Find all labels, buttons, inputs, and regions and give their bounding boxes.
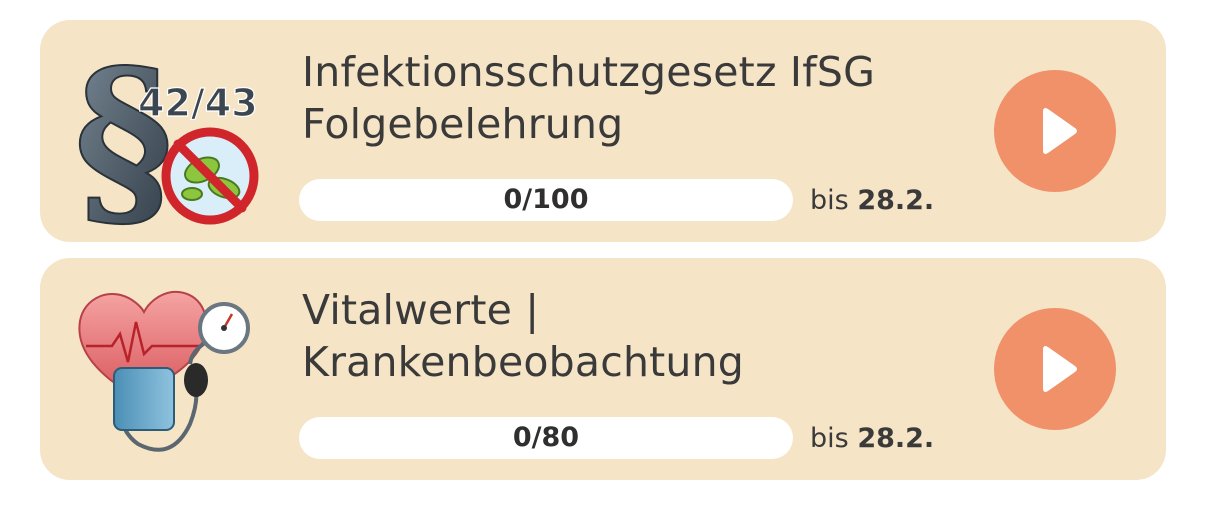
svg-text:42/43: 42/43: [138, 81, 258, 125]
due-date-value: 28.2.: [857, 423, 935, 454]
law-paragraph-virus-icon: § 42/43: [72, 38, 262, 228]
progress-label: 0/100: [503, 184, 589, 215]
svg-text:§: §: [74, 38, 173, 228]
due-date: bis 28.2.: [810, 184, 934, 218]
course-card-ifsg[interactable]: § 42/43 Infektionsschutzgesetz IfSG Folg…: [40, 20, 1166, 242]
course-card-vitalwerte[interactable]: Vitalwerte | Krankenbeobachtung 0/80 bis…: [40, 258, 1166, 480]
heart-blood-pressure-icon: [72, 276, 262, 466]
due-date-value: 28.2.: [857, 185, 935, 216]
course-title: Infektionsschutzgesetz IfSG Folgebelehru…: [302, 46, 922, 150]
progress-label: 0/80: [512, 422, 580, 453]
play-button[interactable]: [994, 308, 1116, 430]
course-title-line-2: Folgebelehrung: [302, 100, 624, 148]
course-title-line-2: Krankenbeobachtung: [302, 338, 745, 386]
course-title-line-1: Vitalwerte |: [302, 286, 540, 334]
due-prefix: bis: [810, 185, 849, 216]
course-list: § 42/43 Infektionsschutzgesetz IfSG Folg…: [0, 0, 1206, 505]
progress-bar: 0/80: [299, 417, 793, 459]
due-date: bis 28.2.: [810, 422, 934, 456]
course-title: Vitalwerte | Krankenbeobachtung: [302, 284, 922, 388]
play-icon: [1043, 108, 1077, 154]
progress-bar: 0/100: [299, 179, 793, 221]
play-button[interactable]: [994, 70, 1116, 192]
due-prefix: bis: [810, 423, 849, 454]
play-icon: [1043, 346, 1077, 392]
course-title-line-1: Infektionsschutzgesetz IfSG: [302, 48, 876, 96]
